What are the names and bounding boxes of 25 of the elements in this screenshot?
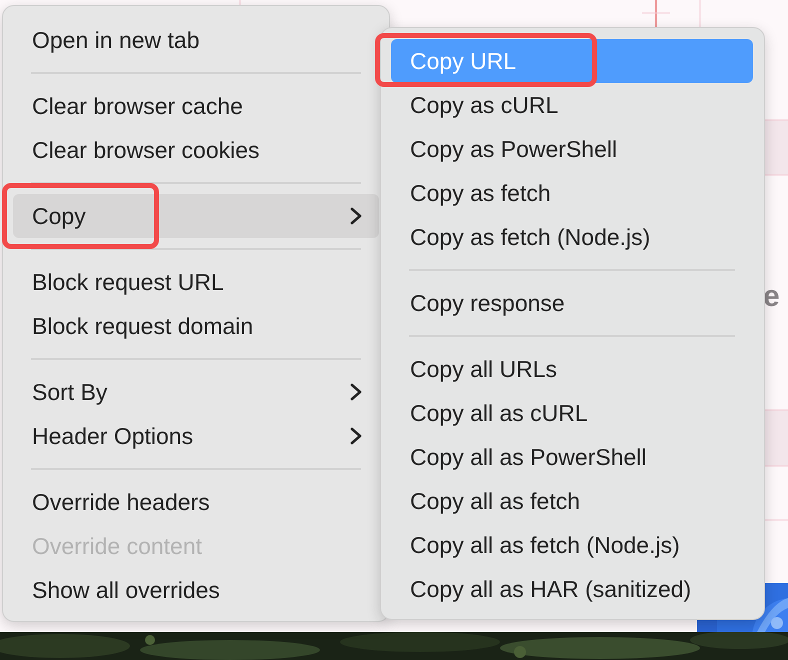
- chevron-right-icon: [350, 383, 362, 401]
- chevron-right-icon: [350, 207, 362, 225]
- menu-item[interactable]: Copy all as fetch: [391, 479, 753, 523]
- menu-item[interactable]: Copy all URLs: [391, 347, 753, 391]
- menu-item[interactable]: Copy response: [391, 281, 753, 325]
- menu-item[interactable]: Copy as PowerShell: [391, 127, 753, 171]
- menu-item[interactable]: Clear browser cache: [13, 84, 379, 128]
- menu-item[interactable]: Override headers: [13, 480, 379, 524]
- menu-item[interactable]: Copy all as fetch (Node.js): [391, 523, 753, 567]
- menu-item[interactable]: Copy as fetch: [391, 171, 753, 215]
- menu-item[interactable]: Copy all as cURL: [391, 391, 753, 435]
- menu-item[interactable]: Sort By: [13, 370, 379, 414]
- menu-item[interactable]: Show all overrides: [13, 568, 379, 612]
- menu-item[interactable]: Block request domain: [13, 304, 379, 348]
- menu-item[interactable]: Block request URL: [13, 260, 379, 304]
- menu-item[interactable]: Copy all as HAR (sanitized): [391, 567, 753, 611]
- menu-item[interactable]: Copy as cURL: [391, 83, 753, 127]
- menu-item[interactable]: Copy: [13, 194, 379, 238]
- chevron-right-icon: [350, 427, 362, 445]
- menu-item[interactable]: Open in new tab: [13, 18, 379, 62]
- partial-heading-text: e: [763, 280, 780, 314]
- menu-item[interactable]: Clear browser cookies: [13, 128, 379, 172]
- menu-item[interactable]: Copy all as PowerShell: [391, 435, 753, 479]
- menu-item[interactable]: Header Options: [13, 414, 379, 458]
- menu-item[interactable]: Copy as fetch (Node.js): [391, 215, 753, 259]
